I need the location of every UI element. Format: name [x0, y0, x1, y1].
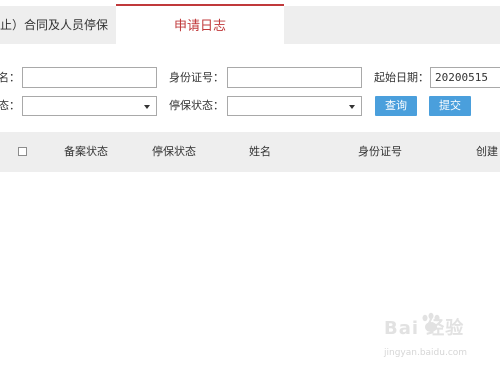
chevron-down-icon: [144, 105, 150, 109]
stop-status-label: 停保状态：: [169, 99, 224, 112]
name-input[interactable]: [22, 67, 157, 88]
id-number-label: 身份证号：: [169, 71, 224, 84]
submit-button[interactable]: 提交: [429, 96, 471, 116]
tab-application-log[interactable]: 申请日志: [116, 4, 284, 44]
column-created[interactable]: 创建: [476, 132, 498, 172]
column-name[interactable]: 姓名: [249, 132, 271, 172]
id-number-input[interactable]: [227, 67, 362, 88]
record-status-label: 态：: [0, 99, 20, 112]
tab-contract-stop[interactable]: 止）合同及人员停保: [0, 6, 116, 44]
select-all-checkbox[interactable]: [18, 147, 27, 156]
column-id-number[interactable]: 身份证号: [358, 132, 402, 172]
start-date-input[interactable]: 20200515: [430, 67, 500, 88]
query-button[interactable]: 查询: [375, 96, 417, 116]
table-header: 备案状态 停保状态 姓名 身份证号 创建: [0, 132, 500, 172]
record-status-select[interactable]: [22, 96, 157, 116]
watermark-text: Bai 经验: [384, 318, 465, 339]
column-stop-status[interactable]: 停保状态: [152, 132, 196, 172]
watermark: Bai 经验 jingyan.baidu.com: [370, 312, 500, 370]
tab-bar: 止）合同及人员停保 申请日志: [0, 4, 500, 44]
chevron-down-icon: [349, 105, 355, 109]
name-label: 名：: [0, 71, 20, 84]
start-date-label: 起始日期：: [374, 71, 429, 84]
watermark-url: jingyan.baidu.com: [384, 348, 468, 358]
stop-status-select[interactable]: [227, 96, 362, 116]
column-record-status[interactable]: 备案状态: [64, 132, 108, 172]
